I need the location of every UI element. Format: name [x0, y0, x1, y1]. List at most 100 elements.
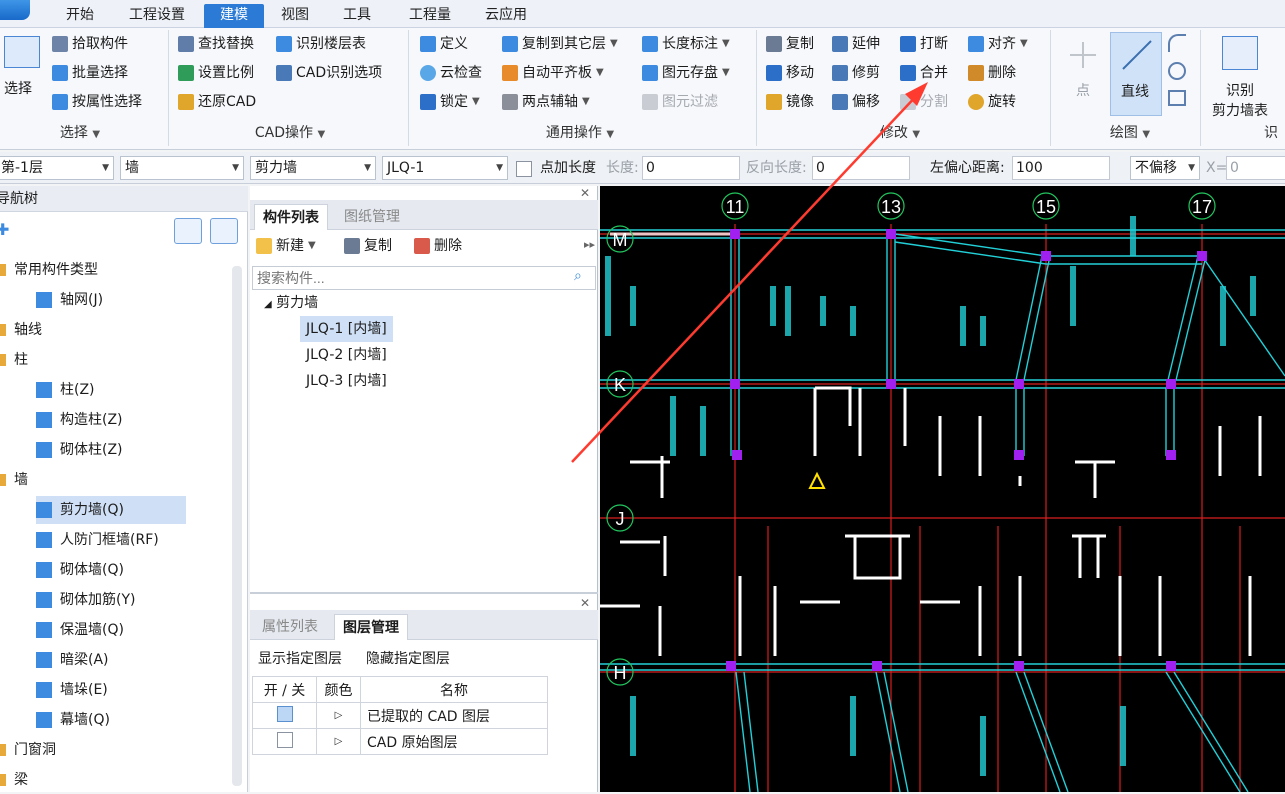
nav-item[interactable]: 砌体加筋(Y) — [36, 586, 135, 614]
search-icon[interactable]: ⌕ — [574, 268, 582, 284]
nav-item[interactable]: 暗梁(A) — [36, 646, 109, 674]
nav-item[interactable]: 柱 — [0, 346, 28, 374]
layer-row[interactable]: ▷ 已提取的 CAD 图层 — [252, 702, 548, 729]
x-input[interactable]: 0 — [1226, 156, 1285, 180]
tab-layer-management[interactable]: 图层管理 — [334, 614, 408, 640]
hide-layer-button[interactable]: 隐藏指定图层 — [366, 648, 450, 668]
shear-wall-table-label[interactable]: 剪力墙表 — [1212, 100, 1268, 120]
tab-property-list[interactable]: 属性列表 — [254, 614, 326, 640]
delete-button[interactable]: 删除 — [968, 61, 1016, 85]
tab-view[interactable]: 视图 — [272, 4, 318, 28]
tree-group-shear-wall[interactable]: ◢ 剪力墙 — [264, 290, 318, 316]
auto-align-slab-button[interactable]: 自动平齐板 ▼ — [502, 61, 604, 85]
tab-modeling[interactable]: 建模 — [204, 4, 264, 28]
nav-item[interactable]: 轴线 — [0, 316, 42, 344]
component-select[interactable]: JLQ-1 ▼ — [382, 156, 508, 180]
copy-to-other-floor-button[interactable]: 复制到其它层 ▼ — [502, 32, 618, 56]
identify-floor-table-button[interactable]: 识别楼层表 — [276, 32, 366, 56]
layer-row[interactable]: ▷ CAD 原始图层 — [252, 728, 548, 755]
tab-component-list[interactable]: 构件列表 — [254, 204, 328, 230]
arc-icon[interactable] — [1168, 34, 1186, 52]
batch-select-button[interactable]: 批量选择 — [52, 61, 128, 85]
expand-icon[interactable]: ▷ — [316, 702, 361, 729]
component-item[interactable]: JLQ-2 [内墙] — [300, 342, 393, 368]
line-button[interactable]: 直线 — [1110, 32, 1162, 116]
rectangle-icon[interactable] — [1168, 90, 1186, 106]
select-group-label[interactable]: 选择 ▼ — [40, 122, 120, 144]
draw-group-label[interactable]: 绘图 ▼ — [1090, 122, 1170, 144]
close-icon[interactable]: ✕ — [580, 186, 590, 200]
offset-mode-select[interactable]: 不偏移 ▼ — [1130, 156, 1200, 180]
tab-cloud[interactable]: 云应用 — [474, 4, 538, 28]
nav-item[interactable]: 柱(Z) — [36, 376, 95, 404]
show-layer-button[interactable]: 显示指定图层 — [258, 648, 342, 668]
length-input[interactable]: 0 — [642, 156, 740, 180]
layer-toggle-checkbox[interactable] — [276, 731, 293, 748]
break-button[interactable]: 打断 — [900, 32, 948, 56]
define-button[interactable]: 定义 — [420, 32, 468, 56]
close-icon[interactable]: ✕ — [580, 596, 590, 610]
expand-icon[interactable]: ▷ — [316, 728, 361, 755]
layer-toggle-checkbox[interactable] — [276, 705, 293, 722]
point-button[interactable]: 点 — [1076, 80, 1090, 100]
circle-icon[interactable] — [1168, 62, 1186, 80]
nav-item[interactable]: 轴网(J) — [36, 286, 103, 314]
left-offset-input[interactable]: 100 — [1012, 156, 1110, 180]
list-view-icon[interactable] — [174, 218, 202, 244]
nav-item[interactable]: 砌体墙(Q) — [36, 556, 124, 584]
nav-item[interactable]: 梁 — [0, 766, 28, 794]
offset-button[interactable]: 偏移 — [832, 90, 880, 114]
nav-item[interactable]: 砌体柱(Z) — [36, 436, 123, 464]
pin-icon[interactable]: ✚ — [0, 220, 9, 239]
restore-cad-button[interactable]: 还原CAD — [178, 90, 256, 114]
type-select[interactable]: 剪力墙 ▼ — [250, 156, 376, 180]
tab-drawing-management[interactable]: 图纸管理 — [336, 204, 408, 230]
nav-item[interactable]: 门窗洞 — [0, 736, 56, 764]
tab-project-settings[interactable]: 工程设置 — [118, 4, 196, 28]
tab-home[interactable]: 开始 — [55, 4, 105, 28]
component-item[interactable]: JLQ-1 [内墙] — [300, 316, 393, 342]
move-button[interactable]: 移动 — [766, 61, 814, 85]
nav-item[interactable]: 幕墙(Q) — [36, 706, 110, 734]
copy-button[interactable]: 复制 — [766, 32, 814, 56]
card-view-icon[interactable] — [210, 218, 238, 244]
cad-group-label[interactable]: CAD操作 ▼ — [230, 122, 350, 144]
category-select[interactable]: 墙 ▼ — [120, 156, 244, 180]
nav-item[interactable]: 常用构件类型 — [0, 256, 98, 284]
floor-select[interactable]: 第-1层 ▼ — [0, 156, 114, 180]
identify-button[interactable]: 识别 — [1226, 80, 1254, 100]
nav-scrollbar[interactable] — [232, 266, 242, 786]
find-replace-button[interactable]: 查找替换 — [178, 32, 254, 56]
select-button[interactable]: 选择 — [4, 78, 32, 98]
copy-component-button[interactable]: 复制 — [344, 234, 392, 258]
nav-item[interactable]: 构造柱(Z) — [36, 406, 123, 434]
more-icon[interactable]: ▸▸ — [584, 238, 595, 251]
element-filter-button[interactable]: 图元过滤 — [642, 90, 718, 114]
set-scale-button[interactable]: 设置比例 — [178, 61, 254, 85]
mirror-button[interactable]: 镜像 — [766, 90, 814, 114]
app-logo-icon[interactable] — [0, 0, 30, 20]
common-group-label[interactable]: 通用操作 ▼ — [520, 122, 640, 144]
cad-drawing-canvas[interactable]: 11 13 15 17 M K J H — [600, 186, 1285, 792]
two-point-axis-button[interactable]: 两点辅轴 ▼ — [502, 90, 590, 114]
element-save-button[interactable]: 图元存盘 ▼ — [642, 61, 730, 85]
tab-quantity[interactable]: 工程量 — [398, 4, 462, 28]
nav-item[interactable]: 墙 — [0, 466, 28, 494]
length-dimension-button[interactable]: 长度标注 ▼ — [642, 32, 730, 56]
new-button[interactable]: 新建 ▼ — [256, 234, 316, 258]
search-component-input[interactable] — [252, 266, 596, 290]
modify-group-label[interactable]: 修改 ▼ — [860, 122, 940, 144]
delete-component-button[interactable]: 删除 — [414, 234, 462, 258]
pick-component-button[interactable]: 拾取构件 — [52, 32, 128, 56]
rotate-button[interactable]: 旋转 — [968, 90, 1016, 114]
lock-button[interactable]: 锁定 ▼ — [420, 90, 480, 114]
add-length-checkbox[interactable] — [516, 161, 532, 177]
cloud-check-button[interactable]: 云检查 — [420, 61, 482, 85]
cad-identify-options-button[interactable]: CAD识别选项 — [276, 61, 382, 85]
tab-tools[interactable]: 工具 — [334, 4, 380, 28]
nav-item[interactable]: 墙垛(E) — [36, 676, 108, 704]
align-button[interactable]: 对齐 ▼ — [968, 32, 1028, 56]
split-button[interactable]: 分割 — [900, 90, 948, 114]
nav-item[interactable]: 剪力墙(Q) — [36, 496, 186, 524]
merge-button[interactable]: 合并 — [900, 61, 948, 85]
